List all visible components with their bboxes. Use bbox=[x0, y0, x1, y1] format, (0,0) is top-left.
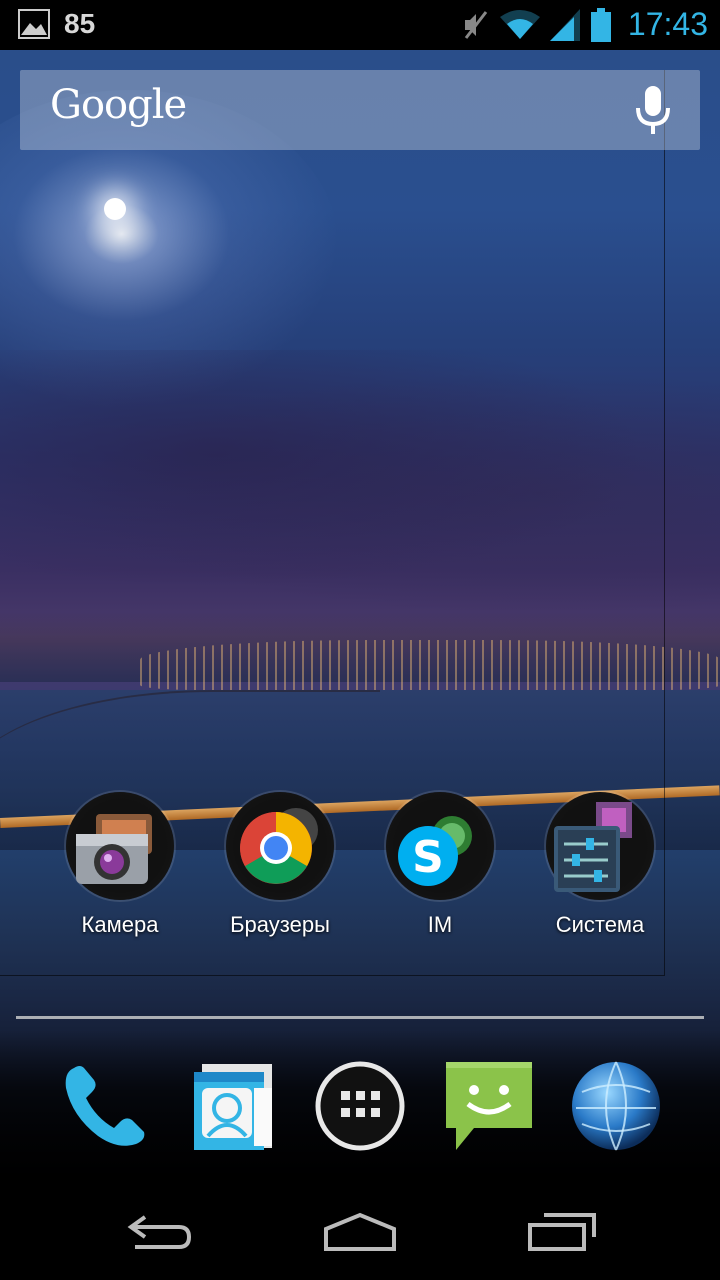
skype-icon: S bbox=[398, 816, 472, 886]
notification-count: 85 bbox=[64, 8, 96, 39]
svg-text:S: S bbox=[412, 832, 444, 883]
back-icon bbox=[127, 1215, 192, 1249]
recents-icon bbox=[528, 1213, 596, 1251]
dock-app-drawer[interactable] bbox=[310, 1058, 410, 1154]
workspace-divider-horizontal bbox=[0, 975, 664, 976]
dock-phone[interactable] bbox=[54, 1058, 154, 1154]
battery-icon bbox=[590, 7, 611, 42]
app-im-label: IM bbox=[427, 912, 453, 937]
app-camera[interactable]: Камера bbox=[40, 792, 200, 938]
google-logo: Google bbox=[50, 82, 187, 128]
camera-icon bbox=[76, 814, 152, 884]
dock-messaging[interactable] bbox=[438, 1058, 538, 1154]
globe-icon bbox=[572, 1061, 660, 1151]
mic-icon[interactable] bbox=[636, 86, 670, 134]
app-im[interactable]: S IM bbox=[360, 792, 520, 938]
chrome-icon bbox=[240, 808, 318, 884]
app-browsers[interactable]: Браузеры bbox=[200, 792, 360, 938]
navigation-bar bbox=[0, 1180, 720, 1280]
status-bar[interactable]: 85 17:43 bbox=[0, 0, 720, 50]
recents-button[interactable] bbox=[512, 1206, 612, 1256]
signal-icon bbox=[549, 8, 580, 41]
city-lights bbox=[140, 640, 720, 690]
google-search-bar[interactable]: Google bbox=[20, 70, 700, 150]
dock-divider bbox=[16, 1016, 704, 1019]
moon bbox=[104, 198, 126, 220]
app-browsers-label: Браузеры bbox=[230, 912, 330, 937]
dock-browser[interactable] bbox=[566, 1058, 666, 1154]
app-system-label: Система bbox=[555, 912, 645, 937]
clouds bbox=[0, 350, 720, 610]
app-system[interactable]: Система bbox=[520, 792, 680, 938]
settings-icon bbox=[554, 802, 632, 892]
app-drawer-icon bbox=[315, 1061, 405, 1151]
dock-contacts[interactable] bbox=[182, 1058, 282, 1154]
wallpaper bbox=[0, 50, 720, 1180]
picture-icon bbox=[18, 9, 50, 39]
app-camera-label: Камера bbox=[81, 912, 159, 937]
clock: 17:43 bbox=[627, 6, 708, 42]
messaging-icon bbox=[446, 1062, 532, 1150]
home-button[interactable] bbox=[310, 1206, 410, 1256]
phone-icon bbox=[65, 1066, 145, 1146]
mute-icon bbox=[464, 10, 488, 39]
contacts-icon bbox=[194, 1064, 272, 1150]
wifi-icon bbox=[499, 9, 540, 39]
home-icon bbox=[324, 1212, 396, 1251]
back-button[interactable] bbox=[110, 1206, 210, 1256]
